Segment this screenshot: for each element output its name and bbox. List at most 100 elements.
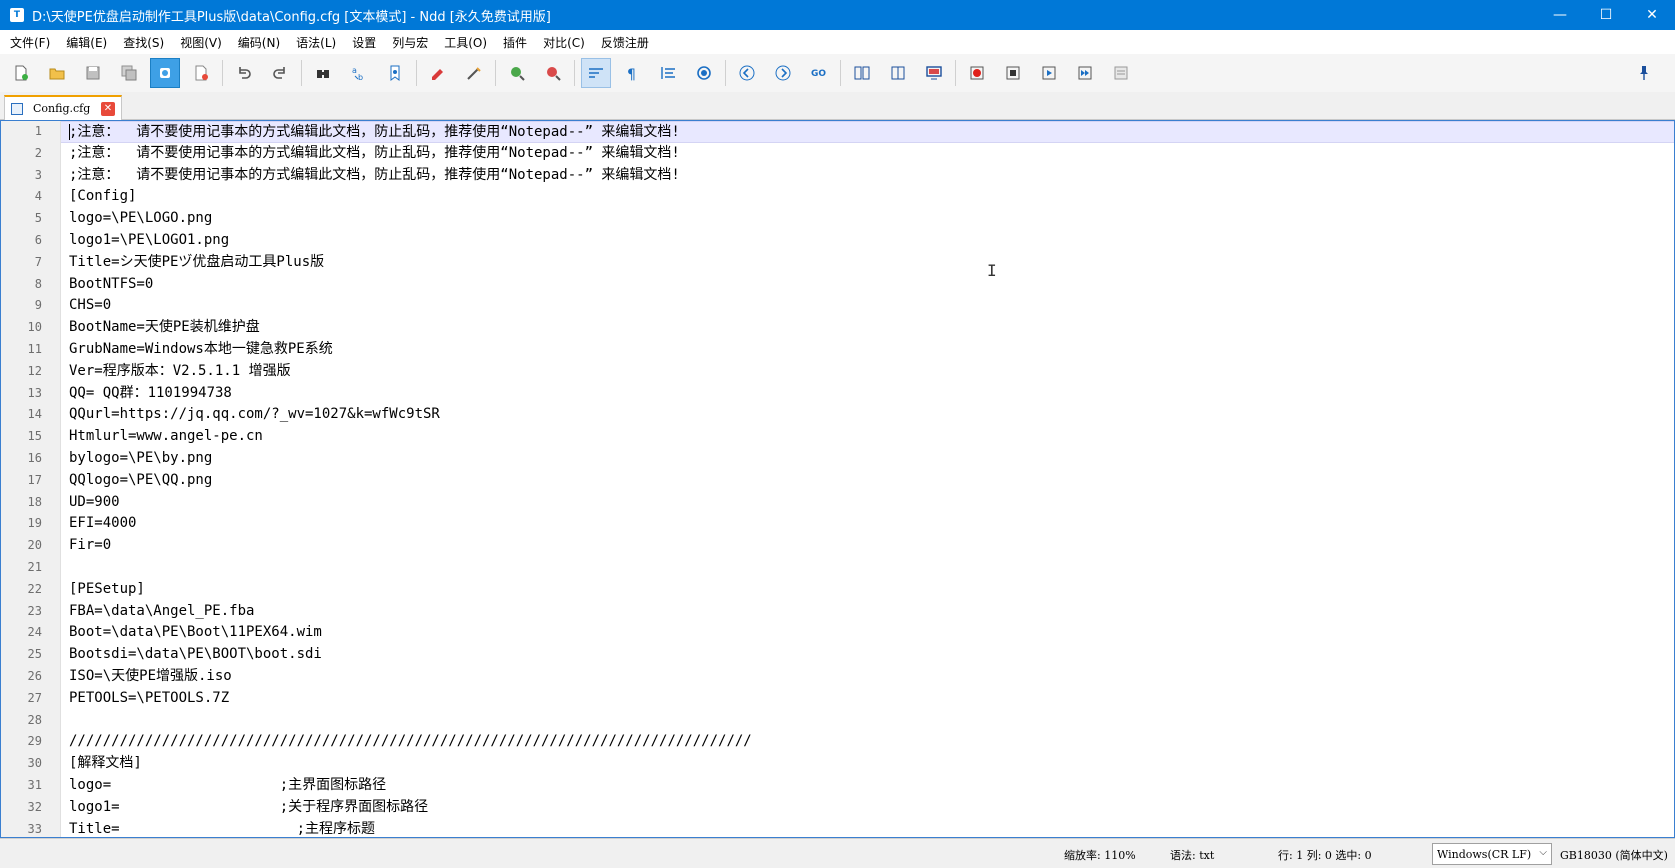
line-number: 10 [27, 320, 42, 335]
mark-icon[interactable] [423, 58, 453, 88]
code-line[interactable]: ////////////////////////////////////////… [61, 731, 1674, 753]
word-wrap-icon[interactable] [581, 58, 611, 88]
next-icon[interactable] [768, 58, 798, 88]
close-file-icon[interactable] [150, 58, 180, 88]
code-line[interactable]: QQurl=https://jq.qq.com/?_wv=1027&k=wfWc… [61, 404, 1674, 426]
close-all-icon[interactable] [186, 58, 216, 88]
code-line[interactable]: CHS=0 [61, 295, 1674, 317]
prev-icon[interactable] [732, 58, 762, 88]
menu-edit[interactable]: 编辑(E) [60, 34, 113, 51]
code-line[interactable] [61, 710, 1674, 732]
minimize-button[interactable]: — [1537, 0, 1583, 30]
line-number: 22 [27, 581, 42, 596]
close-window-button[interactable]: ✕ [1629, 0, 1675, 30]
new-file-icon[interactable] [6, 58, 36, 88]
code-line[interactable]: Bootsdi=\data\PE\BOOT\boot.sdi [61, 644, 1674, 666]
run-macro-multiple-icon[interactable] [1070, 58, 1100, 88]
code-line[interactable]: [Config] [61, 186, 1674, 208]
line-number: 6 [34, 232, 42, 247]
toolbar-separator [840, 60, 841, 86]
maximize-button[interactable]: ☐ [1583, 0, 1629, 30]
zoom-in-icon[interactable] [502, 58, 532, 88]
toolbar-separator [955, 60, 956, 86]
code-line[interactable]: PETOOLS=\PETOOLS.7Z [61, 688, 1674, 710]
code-line[interactable]: QQlogo=\PE\QQ.png [61, 470, 1674, 492]
code-line[interactable]: BootNTFS=0 [61, 274, 1674, 296]
code-line[interactable]: QQ= QQ群：1101994738 [61, 383, 1674, 405]
stop-macro-icon[interactable] [998, 58, 1028, 88]
play-macro-icon[interactable] [1034, 58, 1064, 88]
window-title: D:\天使PE优盘启动制作工具Plus版\data\Config.cfg [文本… [32, 9, 551, 25]
menu-search[interactable]: 查找(S) [117, 34, 170, 51]
line-number: 21 [27, 559, 42, 574]
code-line[interactable]: Ver=程序版本：V2.5.1.1 增强版 [61, 361, 1674, 383]
code-line[interactable]: BootName=天使PE装机维护盘 [61, 317, 1674, 339]
menu-plugins[interactable]: 插件 [497, 34, 533, 51]
code-line[interactable]: logo= ;主界面图标路径 [61, 775, 1674, 797]
code-line[interactable]: logo=\PE\LOGO.png [61, 208, 1674, 230]
code-line[interactable]: bylogo=\PE\by.png [61, 448, 1674, 470]
tab-config-cfg[interactable]: Config.cfg ✕ [4, 95, 122, 120]
toolbar-separator [725, 60, 726, 86]
bookmark-icon[interactable] [380, 58, 410, 88]
menu-file[interactable]: 文件(F) [4, 34, 56, 51]
code-line[interactable]: logo1=\PE\LOGO1.png [61, 230, 1674, 252]
line-number: 26 [27, 668, 42, 683]
compare-dir-icon[interactable] [847, 58, 877, 88]
save-icon[interactable] [78, 58, 108, 88]
file-monitor-icon[interactable] [689, 58, 719, 88]
replace-icon[interactable]: ab [344, 58, 374, 88]
line-ending-select[interactable]: Windows(CR LF) ⌵ [1432, 843, 1552, 865]
compare-file-icon[interactable] [883, 58, 913, 88]
line-number: 15 [27, 429, 42, 444]
menu-tools[interactable]: 工具(O) [438, 34, 493, 51]
code-line[interactable]: ;注意： 请不要使用记事本的方式编辑此文档，防止乱码，推荐使用“Notepad-… [61, 165, 1674, 187]
code-line[interactable]: Boot=\data\PE\Boot\11PEX64.wim [61, 622, 1674, 644]
code-line[interactable]: FBA=\data\Angel_PE.fba [61, 601, 1674, 623]
clear-mark-icon[interactable] [459, 58, 489, 88]
record-macro-icon[interactable] [962, 58, 992, 88]
code-line[interactable]: Htmlurl=www.angel-pe.cn [61, 426, 1674, 448]
code-line[interactable]: GrubName=Windows本地一键急救PE系统 [61, 339, 1674, 361]
line-number: 16 [27, 450, 42, 465]
tab-close-icon[interactable]: ✕ [101, 102, 115, 116]
goto-icon[interactable]: GO [804, 58, 834, 88]
code-line[interactable]: [解释文档] [61, 753, 1674, 775]
code-line[interactable]: Fir=0 [61, 535, 1674, 557]
code-text-area[interactable]: ;注意： 请不要使用记事本的方式编辑此文档，防止乱码，推荐使用“Notepad-… [61, 121, 1674, 837]
display-icon[interactable] [919, 58, 949, 88]
save-all-icon[interactable] [114, 58, 144, 88]
code-line[interactable]: EFI=4000 [61, 513, 1674, 535]
show-symbols-icon[interactable]: ¶ [617, 58, 647, 88]
code-line[interactable]: UD=900 [61, 492, 1674, 514]
open-file-icon[interactable] [42, 58, 72, 88]
zoom-status: 缩放率: 110% [1064, 849, 1136, 862]
code-line[interactable]: [PESetup] [61, 579, 1674, 601]
undo-icon[interactable] [229, 58, 259, 88]
code-line[interactable] [61, 557, 1674, 579]
code-line[interactable]: ;注意： 请不要使用记事本的方式编辑此文档，防止乱码，推荐使用“Notepad-… [61, 143, 1674, 165]
svg-text:a: a [352, 66, 357, 75]
menu-compare[interactable]: 对比(C) [537, 34, 591, 51]
line-number: 18 [27, 494, 42, 509]
menu-encoding[interactable]: 编码(N) [232, 34, 286, 51]
redo-icon[interactable] [265, 58, 295, 88]
code-line[interactable]: ISO=\天使PE增强版.iso [61, 666, 1674, 688]
find-icon[interactable] [308, 58, 338, 88]
line-number-gutter: 1 2 3 4 5 6 7 8 9 10 11 12 13 14 15 16 17 18 19 20 21 22 23 24 2… [1, 121, 61, 837]
indent-guide-icon[interactable] [653, 58, 683, 88]
menu-language[interactable]: 语法(L) [290, 34, 342, 51]
menu-settings[interactable]: 设置 [346, 34, 382, 51]
menu-view[interactable]: 视图(V) [174, 34, 228, 51]
pin-icon[interactable] [1629, 58, 1659, 88]
code-line[interactable]: Title=シ天使PEヅ优盘启动工具Plus版 [61, 252, 1674, 274]
current-code-line[interactable]: ;注意： 请不要使用记事本的方式编辑此文档，防止乱码，推荐使用“Notepad-… [61, 121, 1674, 143]
code-line[interactable]: Title= ;主程序标题 [61, 819, 1674, 838]
menu-feedback[interactable]: 反馈注册 [595, 34, 655, 51]
zoom-out-icon[interactable] [538, 58, 568, 88]
save-macro-icon[interactable] [1106, 58, 1136, 88]
code-line[interactable]: logo1= ;关于程序界面图标路径 [61, 797, 1674, 819]
editor-area[interactable]: 1 2 3 4 5 6 7 8 9 10 11 12 13 14 15 16 17 18 19 20 21 22 23 24 2… [0, 120, 1675, 838]
menu-column-macro[interactable]: 列与宏 [386, 34, 434, 51]
line-number: 3 [34, 167, 42, 182]
